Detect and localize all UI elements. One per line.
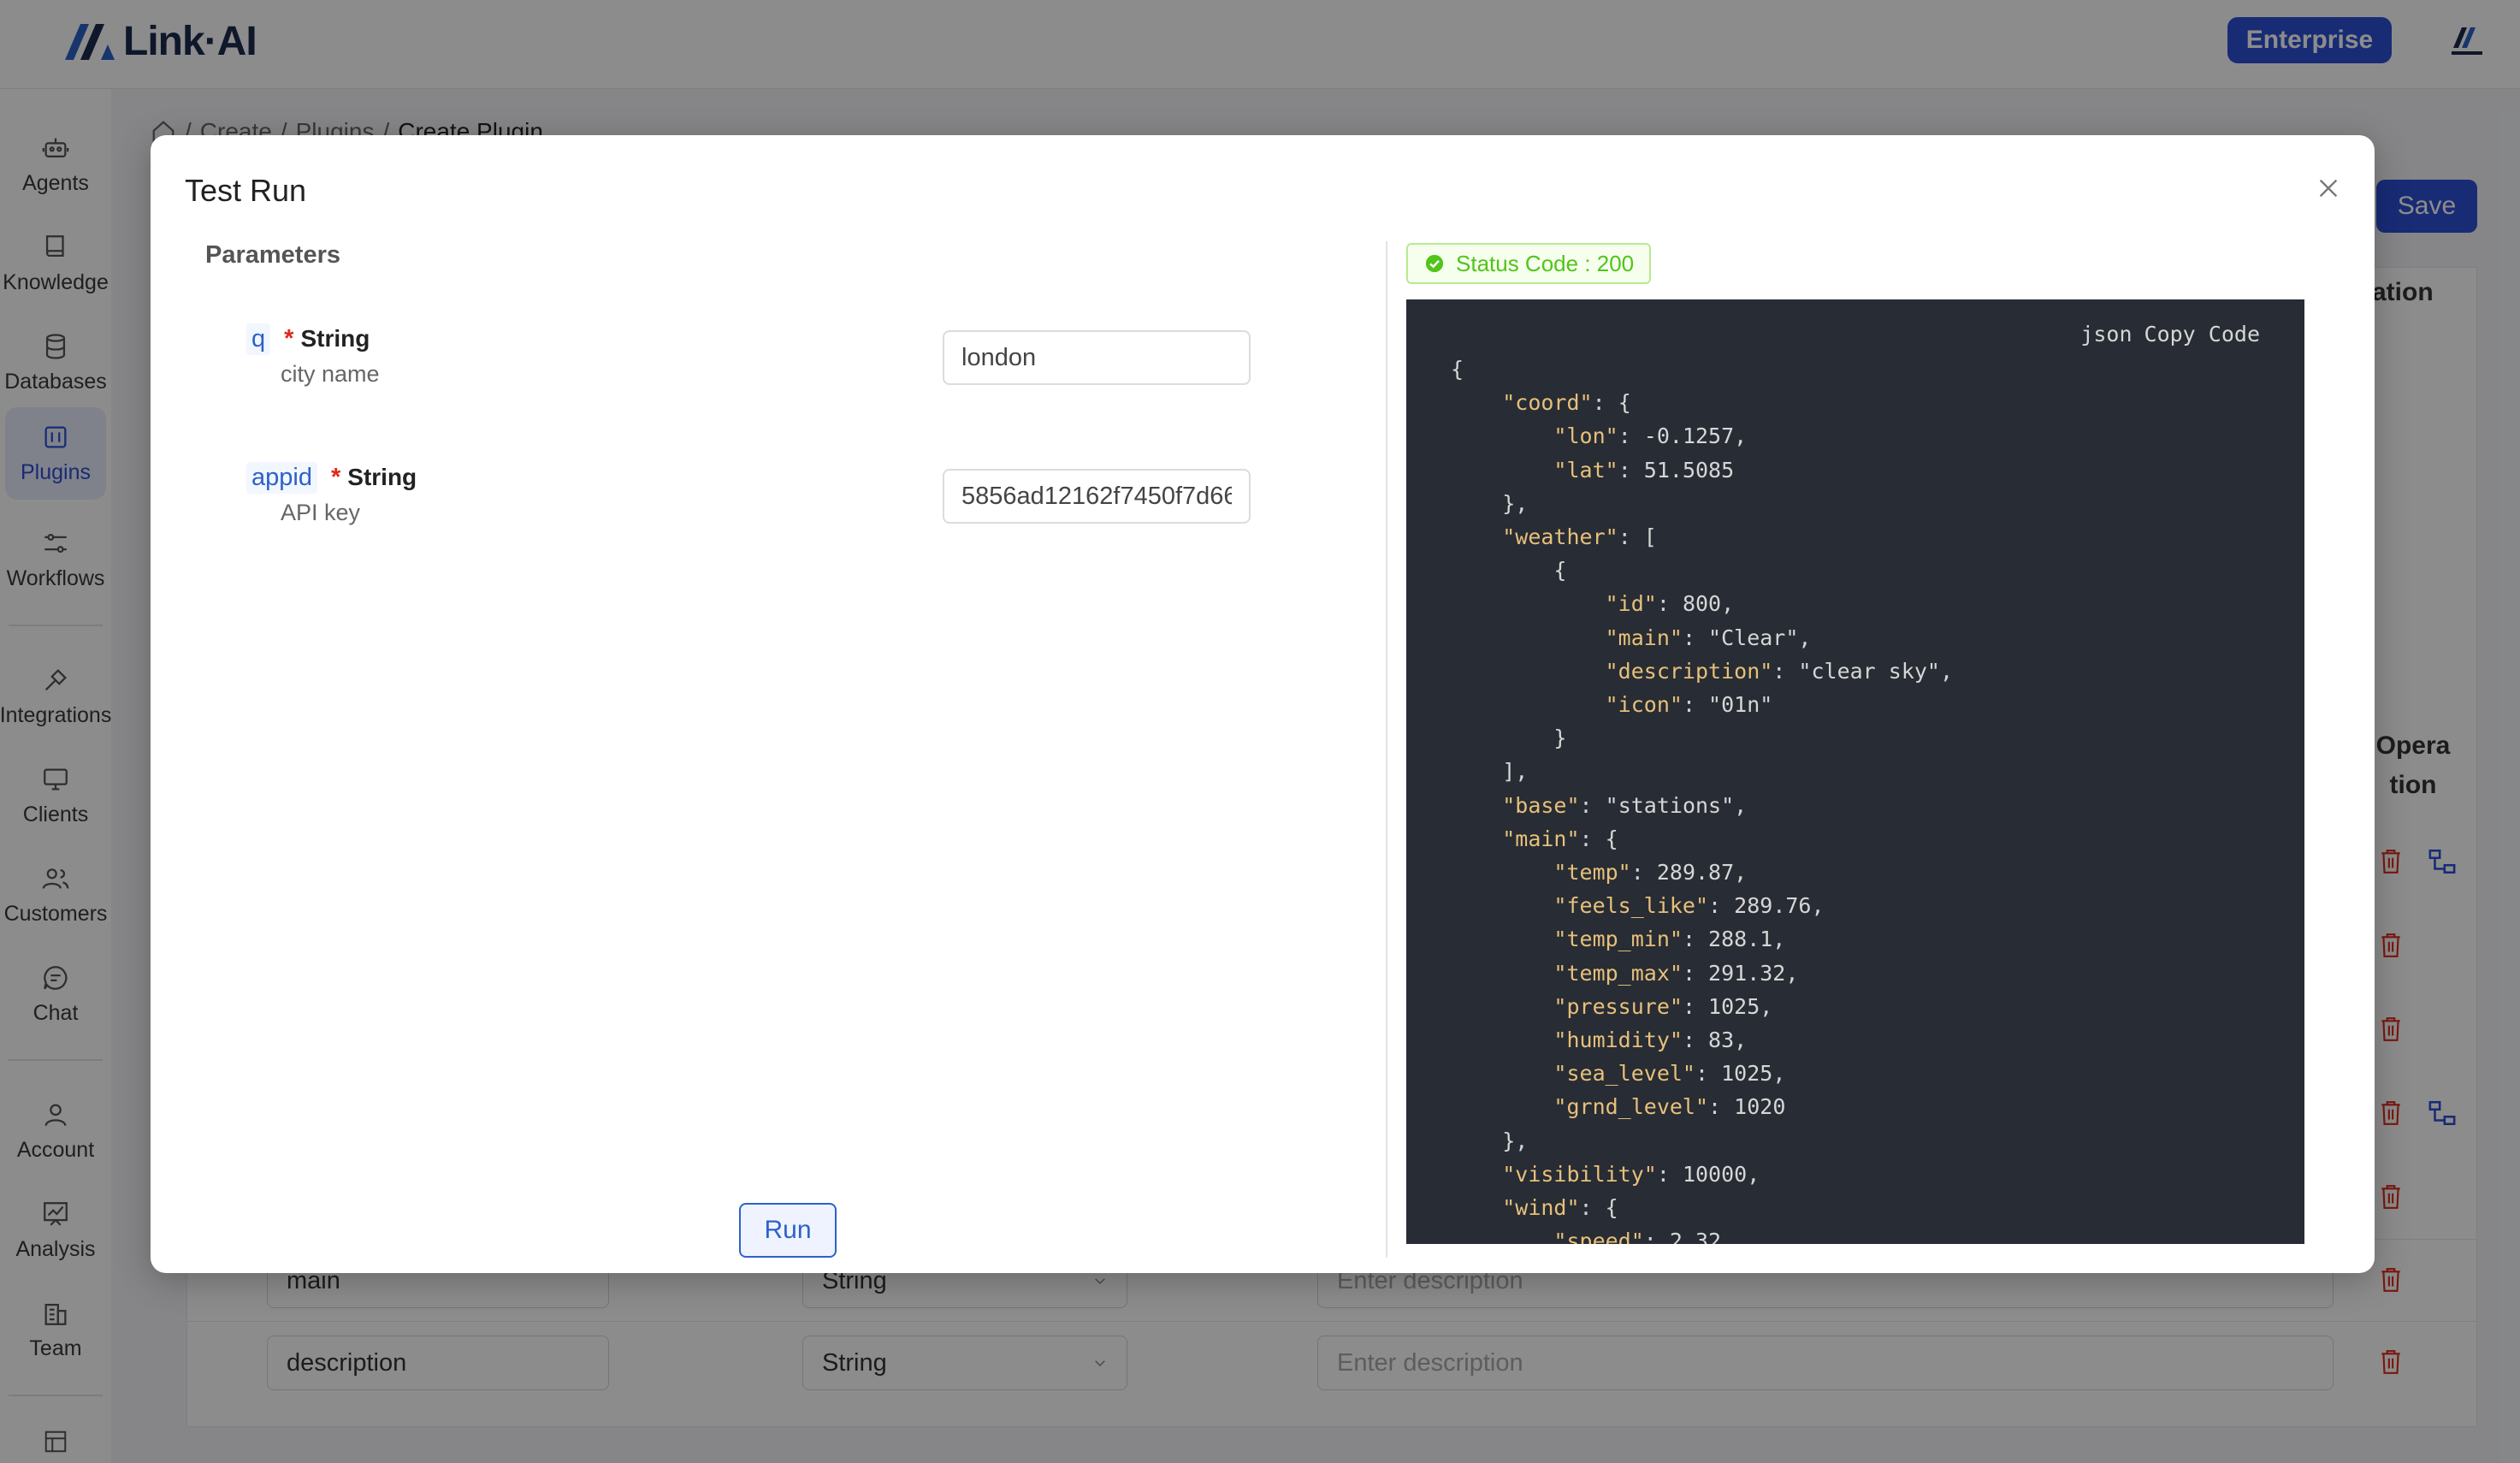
parameter-q: q * String city name bbox=[246, 322, 1444, 388]
copy-code-button[interactable]: Copy Code bbox=[2144, 322, 2260, 346]
param-q-input[interactable] bbox=[943, 330, 1251, 385]
response-json[interactable]: { "coord": { "lon": -0.1257, "lat": 51.5… bbox=[1451, 352, 1953, 1244]
param-appid-input[interactable] bbox=[943, 469, 1251, 524]
response-code-block: json Copy Code { "coord": { "lon": -0.12… bbox=[1406, 299, 2304, 1244]
param-description: API key bbox=[281, 500, 361, 525]
param-key: q bbox=[246, 323, 271, 355]
param-description: city name bbox=[281, 361, 380, 387]
param-type: String bbox=[347, 464, 417, 490]
dialog-title: Test Run bbox=[185, 173, 307, 208]
parameter-appid: appid * String API key bbox=[246, 460, 1444, 526]
param-key: appid bbox=[246, 461, 317, 494]
status-text: Status Code : 200 bbox=[1456, 250, 1635, 276]
run-button[interactable]: Run bbox=[739, 1203, 837, 1258]
required-mark: * bbox=[284, 324, 294, 352]
test-run-dialog: Test Run Parameters q * String city name… bbox=[151, 135, 2375, 1273]
param-type: String bbox=[300, 325, 370, 352]
panel-divider bbox=[1386, 241, 1387, 1258]
parameters-title: Parameters bbox=[205, 241, 340, 269]
check-circle-icon bbox=[1425, 254, 1444, 273]
status-badge: Status Code : 200 bbox=[1406, 243, 1652, 284]
close-icon[interactable] bbox=[2315, 175, 2342, 202]
required-mark: * bbox=[330, 463, 341, 491]
code-language-label: json bbox=[2080, 322, 2133, 346]
